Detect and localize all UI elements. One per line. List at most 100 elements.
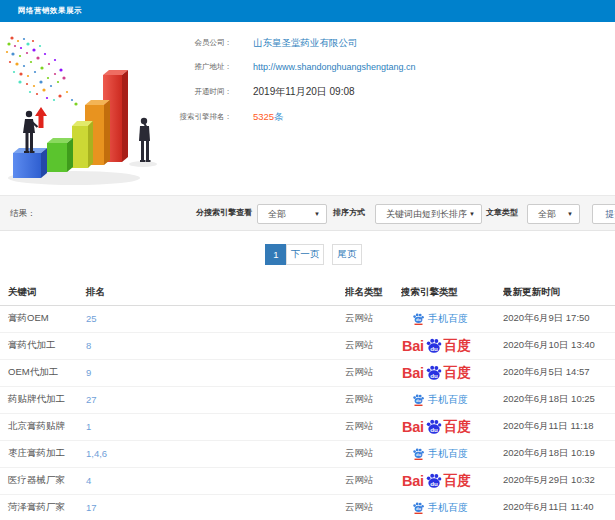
table-row: 菏泽膏药厂家17云网站du手机百度Baidu百度2020年6月11日 11:40 [0, 494, 615, 520]
mobile-baidu-badge: du 手机百度 [412, 312, 468, 326]
baidu-logo: Baidu百度 [402, 337, 471, 355]
svg-text:du: du [416, 452, 421, 457]
keyword-cell: 菏泽膏药厂家 [0, 494, 85, 520]
updated-cell: 2020年6月18日 10:19 [503, 440, 615, 467]
rankcount-label: 搜索引擎排名： [180, 111, 233, 123]
engine-cell: du手机百度Baidu百度 [401, 440, 503, 467]
baidu-paw-icon: du [412, 312, 425, 325]
businessman-right [139, 118, 151, 162]
rank-cell[interactable]: 27 [85, 386, 345, 413]
svg-text:du: du [416, 317, 421, 322]
rank-cell[interactable]: 1,4,6 [85, 440, 345, 467]
rank-type-cell: 云网站 [345, 440, 401, 467]
engine-cell: du手机百度Baidu百度 [401, 494, 503, 520]
svg-text:du: du [430, 344, 438, 351]
rankcount-value: 5325条 [253, 111, 284, 123]
table-row: 膏药OEM25云网站du手机百度Baidu百度2020年6月9日 17:50 [0, 305, 615, 332]
baidu-logo: Baidu百度 [402, 472, 471, 490]
rank-cell[interactable]: 1 [85, 413, 345, 440]
submit-button[interactable]: 提交 [592, 204, 615, 224]
rank-cell[interactable]: 9 [85, 359, 345, 386]
baidu-paw-icon: du [412, 447, 425, 460]
filter-bar: 结果： 分搜索引擎查看 全部▼ 排序方式 关键词由短到长排序▼ 文章类型 全部▼… [0, 195, 615, 231]
company-link[interactable]: 山东皇圣堂药业有限公司 [253, 37, 358, 49]
next-page-button[interactable]: 下一页 [286, 244, 324, 265]
mobile-baidu-label: 手机百度 [428, 447, 468, 461]
engine-cell: du百度Baidu百度 [401, 332, 503, 359]
mobile-baidu-label: 手机百度 [428, 312, 468, 326]
rank-type-cell: 云网站 [345, 413, 401, 440]
keyword-cell: 膏药OEM [0, 305, 85, 332]
table-header-row: 关键词 排名 排名类型 搜索引擎类型 最新更新时间 [0, 281, 615, 305]
keyword-cell: 药贴牌代加工 [0, 386, 85, 413]
updated-cell: 2020年6月11日 11:40 [503, 494, 615, 520]
keyword-cell: 北京膏药贴牌 [0, 413, 85, 440]
article-type-label: 文章类型 [486, 196, 518, 230]
mobile-baidu-badge: du手机百度 [412, 501, 468, 515]
rank-type-cell: 云网站 [345, 305, 401, 332]
info-row-url: 推广地址： http://www.shandonghuangshengtang.… [0, 61, 615, 73]
svg-text:du: du [430, 479, 438, 486]
rank-type-cell: 云网站 [345, 386, 401, 413]
rank-cell[interactable]: 8 [85, 332, 345, 359]
col-header-engine-type: 搜索引擎类型 [401, 281, 503, 305]
url-label: 推广地址： [195, 61, 233, 73]
chevron-down-icon: ▼ [314, 211, 320, 217]
sort-label: 排序方式 [333, 196, 365, 230]
table-row: 医疗器械厂家4云网站du百度Baidu百度2020年5月29日 10:32 [0, 467, 615, 494]
updated-cell: 2020年6月11日 11:18 [503, 413, 615, 440]
engine-filter-label: 分搜索引擎查看 [196, 196, 252, 230]
engine-cell: du手机百度Baidu百度 [401, 386, 503, 413]
mobile-baidu-badge: du 手机百度 [412, 393, 468, 407]
ranking-table: 关键词 排名 排名类型 搜索引擎类型 最新更新时间 膏药OEM25云网站du手机… [0, 281, 615, 520]
article-type-select[interactable]: 全部▼ [527, 204, 580, 224]
mobile-baidu-badge: du 手机百度 [412, 447, 468, 461]
rank-cell[interactable]: 4 [85, 467, 345, 494]
rank-type-cell: 云网站 [345, 494, 401, 520]
keyword-cell: OEM代加工 [0, 359, 85, 386]
rank-cell[interactable]: 25 [85, 305, 345, 332]
col-header-rank-type: 排名类型 [345, 281, 401, 305]
info-row-opentime: 开通时间： 2019年11月20日 09:08 [0, 86, 615, 98]
baidu-paw-icon: du [412, 501, 425, 514]
keyword-cell: 医疗器械厂家 [0, 467, 85, 494]
baidu-logo: Baidu百度 [402, 418, 471, 436]
rank-cell[interactable]: 17 [85, 494, 345, 520]
engine-cell: du百度Baidu百度 [401, 359, 503, 386]
sort-select[interactable]: 关键词由短到长排序▼ [375, 204, 482, 224]
baidu-paw-icon: du [425, 364, 443, 382]
baidu-paw-icon: du [425, 472, 443, 490]
promo-url-link[interactable]: http://www.shandonghuangshengtang.cn [253, 61, 416, 73]
table-row: 北京膏药贴牌1云网站du百度Baidu百度2020年6月11日 11:18 [0, 413, 615, 440]
table-row: 膏药代加工8云网站du百度Baidu百度2020年6月10日 13:40 [0, 332, 615, 359]
updated-cell: 2020年6月5日 14:57 [503, 359, 615, 386]
svg-text:du: du [416, 398, 421, 403]
table-row: 药贴牌代加工27云网站du手机百度Baidu百度2020年6月18日 10:25 [0, 386, 615, 413]
pagination: 1 下一页 尾页 [265, 244, 362, 265]
page-title: 网络营销效果展示 [18, 6, 82, 16]
mobile-baidu-label: 手机百度 [428, 393, 468, 407]
engine-cell: du百度Baidu百度 [401, 413, 503, 440]
updated-cell: 2020年6月18日 10:25 [503, 386, 615, 413]
rank-type-cell: 云网站 [345, 332, 401, 359]
last-page-button[interactable]: 尾页 [332, 244, 362, 265]
info-row-company: 会员公司： 山东皇圣堂药业有限公司 [0, 37, 615, 49]
engine-cell: du百度Baidu百度 [401, 467, 503, 494]
baidu-paw-icon: du [412, 393, 425, 406]
chevron-down-icon: ▼ [567, 211, 573, 217]
keyword-cell: 枣庄膏药加工 [0, 440, 85, 467]
keyword-cell: 膏药代加工 [0, 332, 85, 359]
table-row: 枣庄膏药加工1,4,6云网站du手机百度Baidu百度2020年6月18日 10… [0, 440, 615, 467]
opentime-value: 2019年11月20日 09:08 [253, 86, 355, 98]
baidu-logo: Baidu百度 [402, 364, 471, 382]
engine-cell: du手机百度Baidu百度 [401, 305, 503, 332]
info-row-rankcount: 搜索引擎排名： 5325条 [0, 111, 615, 123]
col-header-rank: 排名 [85, 281, 345, 305]
mobile-baidu-label: 手机百度 [428, 501, 468, 515]
table-row: OEM代加工9云网站du百度Baidu百度2020年6月5日 14:57 [0, 359, 615, 386]
updated-cell: 2020年5月29日 10:32 [503, 467, 615, 494]
chevron-down-icon: ▼ [469, 211, 475, 217]
baidu-paw-icon: du [425, 337, 443, 355]
page-1-button[interactable]: 1 [265, 244, 287, 265]
engine-filter-select[interactable]: 全部▼ [257, 204, 327, 224]
